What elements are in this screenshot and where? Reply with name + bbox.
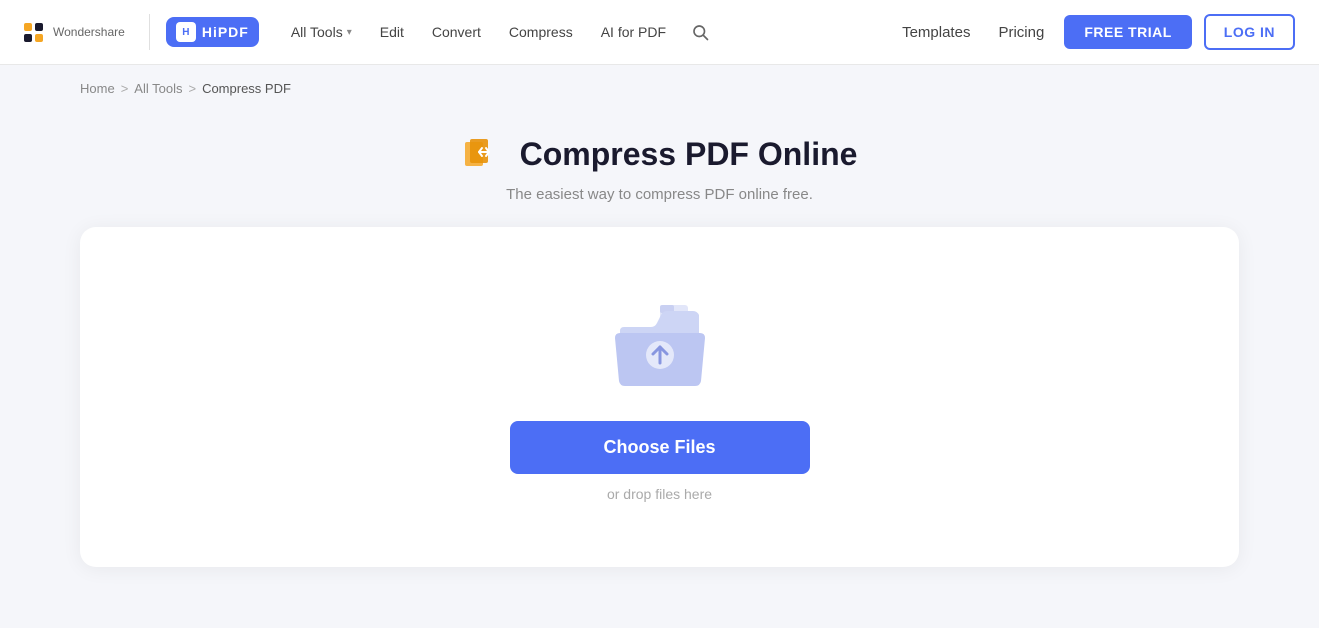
compress-pdf-icon [462, 132, 506, 176]
nav-edit[interactable]: Edit [368, 18, 416, 46]
hero-title-row: Compress PDF Online [0, 132, 1319, 176]
nav-convert[interactable]: Convert [420, 18, 493, 46]
search-icon [691, 23, 709, 41]
drop-hint-text: or drop files here [607, 486, 712, 502]
breadcrumb-current: Compress PDF [202, 81, 291, 96]
templates-link[interactable]: Templates [894, 18, 978, 47]
header-divider [149, 14, 150, 50]
nav-ai[interactable]: AI for PDF [589, 18, 678, 46]
nav-compress[interactable]: Compress [497, 18, 585, 46]
chevron-down-icon: ▾ [347, 27, 352, 38]
header-right: Templates Pricing FREE TRIAL LOG IN [894, 14, 1295, 50]
hero-section: Compress PDF Online The easiest way to c… [0, 112, 1319, 227]
pricing-link[interactable]: Pricing [990, 18, 1052, 47]
search-button[interactable] [682, 14, 718, 50]
wondershare-label: Wondershare [53, 25, 125, 39]
hipdf-label: HiPDF [202, 24, 249, 40]
upload-area: Choose Files or drop files here [80, 227, 1239, 567]
page-title: Compress PDF Online [520, 136, 858, 173]
choose-files-button[interactable]: Choose Files [510, 421, 810, 474]
breadcrumb-all-tools[interactable]: All Tools [134, 81, 182, 96]
breadcrumb-home[interactable]: Home [80, 81, 115, 96]
nav-all-tools[interactable]: All Tools ▾ [279, 18, 364, 46]
wondershare-logo [24, 23, 43, 42]
logo-area: Wondershare [24, 23, 125, 42]
hipdf-icon: H [176, 22, 196, 42]
login-button[interactable]: LOG IN [1204, 14, 1295, 50]
breadcrumb-sep1: > [121, 81, 129, 96]
breadcrumb-sep2: > [188, 81, 196, 96]
folder-upload-illustration [605, 293, 715, 393]
hipdf-badge[interactable]: H HiPDF [166, 17, 259, 47]
breadcrumb: Home > All Tools > Compress PDF [0, 65, 1319, 112]
free-trial-button[interactable]: FREE TRIAL [1064, 15, 1191, 49]
hero-subtitle: The easiest way to compress PDF online f… [0, 186, 1319, 203]
main-nav: All Tools ▾ Edit Convert Compress AI for… [279, 14, 894, 50]
header: Wondershare H HiPDF All Tools ▾ Edit Con… [0, 0, 1319, 65]
